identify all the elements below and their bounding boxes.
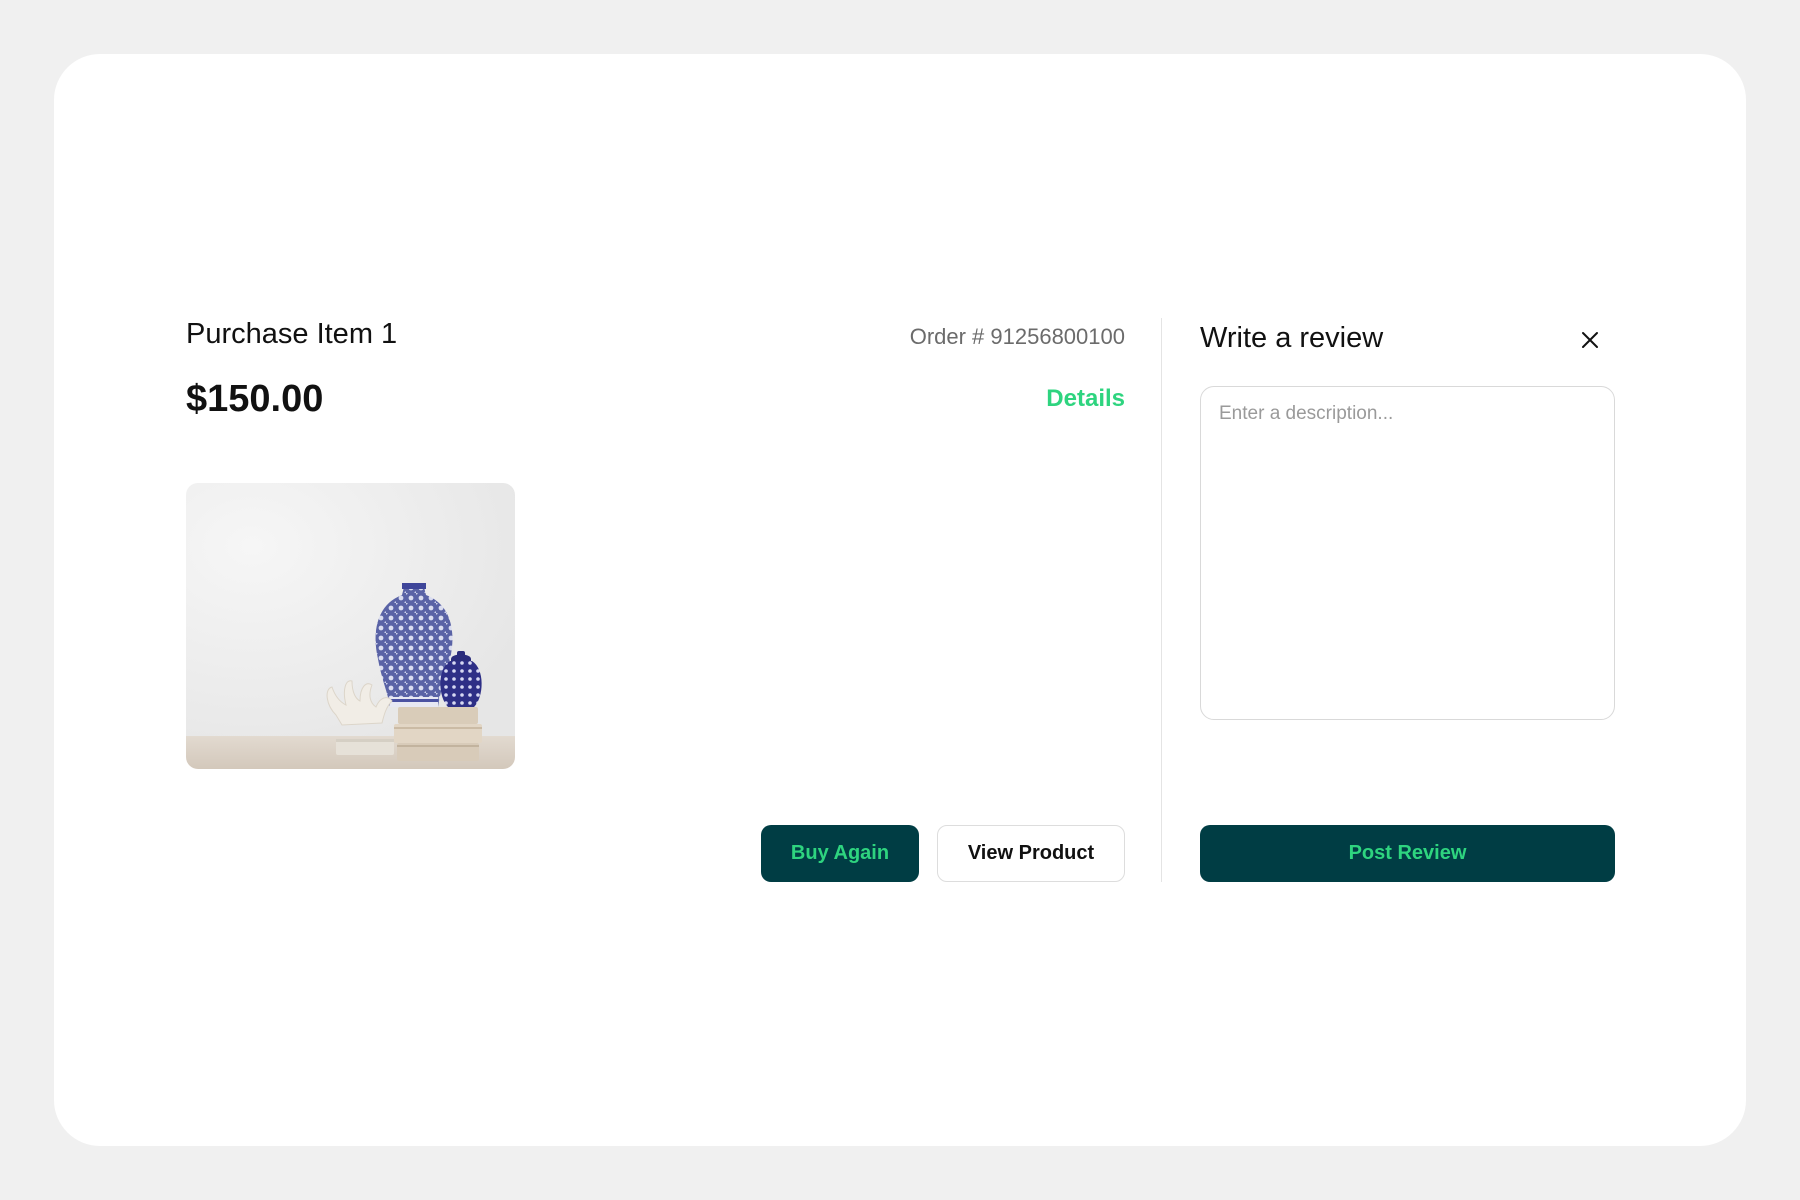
view-product-button[interactable]: View Product <box>937 825 1125 882</box>
review-description-input[interactable] <box>1200 386 1615 720</box>
post-review-button[interactable]: Post Review <box>1200 825 1615 882</box>
order-number: Order # 91256800100 <box>909 324 1125 349</box>
review-title: Write a review <box>1200 322 1384 354</box>
buy-again-button[interactable]: Buy Again <box>761 825 919 882</box>
details-link[interactable]: Details <box>1046 385 1125 413</box>
product-image <box>186 483 515 769</box>
close-button[interactable] <box>1574 324 1606 356</box>
panel-divider <box>1161 318 1162 882</box>
purchase-price: $150.00 <box>186 378 324 420</box>
purchase-title: Purchase Item 1 <box>186 318 398 350</box>
close-icon <box>1582 332 1598 348</box>
